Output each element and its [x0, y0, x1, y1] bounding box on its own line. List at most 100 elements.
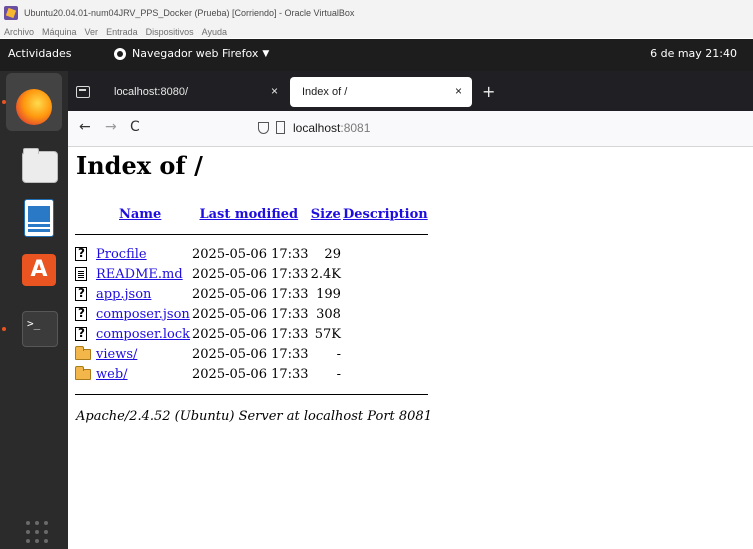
back-button[interactable]: ← [79, 119, 91, 135]
size-cell: 29 [324, 246, 341, 262]
tab-localhost-8080[interactable]: localhost:8080/ × [102, 77, 288, 107]
size-cell: 308 [316, 306, 341, 322]
vbox-menu-dispositivos[interactable]: Dispositivos [146, 27, 194, 37]
list-all-tabs-icon[interactable] [76, 86, 90, 98]
table-row: composer.json 2025-05-06 17:33 308 [74, 304, 429, 324]
table-row: Procfile 2025-05-06 17:33 29 [74, 244, 429, 264]
modified-cell: 2025-05-06 17:33 [192, 266, 309, 282]
app-menu[interactable]: Navegador web Firefox ▼ [114, 47, 269, 60]
table-row: views/ 2025-05-06 17:33 - [74, 344, 429, 364]
separator [74, 224, 429, 244]
reload-button[interactable]: C [130, 119, 140, 135]
unknown-file-icon [75, 326, 87, 341]
close-icon[interactable]: × [455, 84, 462, 98]
activities-button[interactable]: Actividades [8, 47, 72, 60]
page-title: Index of / [76, 151, 203, 180]
running-indicator [2, 327, 6, 331]
modified-cell: 2025-05-06 17:33 [192, 346, 309, 362]
sort-by-name-link[interactable]: Name [119, 207, 161, 222]
unknown-file-icon [75, 306, 87, 321]
vbox-menu-ver[interactable]: Ver [85, 27, 99, 37]
sort-by-description-link[interactable]: Description [343, 207, 428, 222]
folder-icon [75, 365, 91, 380]
description-cell [342, 364, 429, 384]
close-icon[interactable]: × [271, 84, 278, 98]
virtualbox-icon [4, 6, 18, 20]
tab-index-of[interactable]: Index of / × [290, 77, 472, 107]
url-bar[interactable]: localhost:8081 [256, 116, 746, 141]
file-link[interactable]: Procfile [96, 247, 147, 262]
firefox-icon[interactable] [16, 89, 52, 125]
size-cell: 57K [314, 326, 341, 342]
browser-tab-bar: localhost:8080/ × Index of / × + [68, 71, 753, 111]
table-row: app.json 2025-05-06 17:33 199 [74, 284, 429, 304]
size-cell: - [336, 346, 341, 362]
modified-cell: 2025-05-06 17:33 [192, 286, 309, 302]
folder-icon [75, 345, 91, 360]
page-content: Index of / Name Last modified Size Descr… [68, 147, 753, 549]
terminal-icon[interactable]: >_ [22, 311, 58, 347]
file-link[interactable]: composer.json [96, 307, 190, 322]
ubuntu-top-bar: Actividades Navegador web Firefox ▼ 6 de… [0, 39, 753, 71]
sort-by-size-link[interactable]: Size [311, 207, 341, 222]
separator [74, 384, 429, 404]
directory-listing: Name Last modified Size Description Proc… [74, 204, 429, 404]
sort-by-last-modified-link[interactable]: Last modified [199, 207, 298, 222]
table-row: README.md 2025-05-06 17:33 2.4K [74, 264, 429, 284]
running-indicator [2, 100, 6, 104]
vbox-title-bar: Ubuntu20.04.01-num04JRV_PPS_Docker (Prue… [0, 0, 753, 26]
description-cell [342, 344, 429, 364]
software-center-glyph: A [30, 257, 48, 282]
vbox-menu-entrada[interactable]: Entrada [106, 27, 138, 37]
browser-nav-bar: ← → C localhost:8081 [68, 111, 753, 147]
text-file-icon [75, 267, 87, 281]
url-text[interactable]: localhost:8081 [293, 121, 370, 135]
show-applications-icon[interactable] [26, 521, 48, 543]
file-link[interactable]: composer.lock [96, 327, 190, 342]
size-cell: 199 [316, 286, 341, 302]
table-row: composer.lock 2025-05-06 17:33 57K [74, 324, 429, 344]
server-signature: Apache/2.4.52 (Ubuntu) Server at localho… [76, 409, 432, 424]
vbox-menu-ayuda[interactable]: Ayuda [202, 27, 227, 37]
dock: A >_ [0, 71, 68, 549]
new-tab-button[interactable]: + [482, 82, 495, 101]
unknown-file-icon [75, 286, 87, 301]
unknown-file-icon [75, 246, 87, 261]
description-cell [342, 244, 429, 264]
clock[interactable]: 6 de may 21:40 [650, 47, 737, 60]
modified-cell: 2025-05-06 17:33 [192, 246, 309, 262]
tab-label: localhost:8080/ [114, 86, 188, 98]
app-menu-label: Navegador web Firefox [132, 47, 259, 60]
files-icon[interactable] [22, 148, 58, 183]
size-cell: - [336, 366, 341, 382]
table-header-row: Name Last modified Size Description [74, 204, 429, 224]
size-cell: 2.4K [310, 266, 341, 282]
vbox-menu-archivo[interactable]: Archivo [4, 27, 34, 37]
vbox-menu-maquina[interactable]: Máquina [42, 27, 77, 37]
description-cell [342, 324, 429, 344]
folder-link[interactable]: views/ [96, 347, 137, 362]
tracking-protection-icon[interactable] [258, 122, 269, 134]
vbox-window-title: Ubuntu20.04.01-num04JRV_PPS_Docker (Prue… [24, 8, 355, 18]
libreoffice-writer-icon[interactable] [24, 199, 54, 237]
tab-label: Index of / [302, 86, 348, 98]
folder-link[interactable]: web/ [96, 367, 128, 382]
description-cell [342, 304, 429, 324]
file-link[interactable]: app.json [96, 287, 151, 302]
description-cell [342, 264, 429, 284]
table-row: web/ 2025-05-06 17:33 - [74, 364, 429, 384]
description-cell [342, 284, 429, 304]
modified-cell: 2025-05-06 17:33 [192, 326, 309, 342]
caret-down-icon: ▼ [262, 48, 270, 59]
firefox-mini-icon [114, 47, 126, 60]
url-host: localhost [293, 121, 341, 135]
vbox-menu-bar: Archivo Máquina Ver Entrada Dispositivos… [0, 26, 753, 38]
modified-cell: 2025-05-06 17:33 [192, 366, 309, 382]
file-link[interactable]: README.md [96, 267, 183, 282]
forward-button[interactable]: → [105, 119, 117, 135]
page-info-icon[interactable] [276, 121, 285, 134]
software-center-icon[interactable]: A [22, 254, 56, 286]
modified-cell: 2025-05-06 17:33 [192, 306, 309, 322]
url-port: :8081 [340, 121, 371, 135]
terminal-glyph: >_ [27, 317, 41, 330]
